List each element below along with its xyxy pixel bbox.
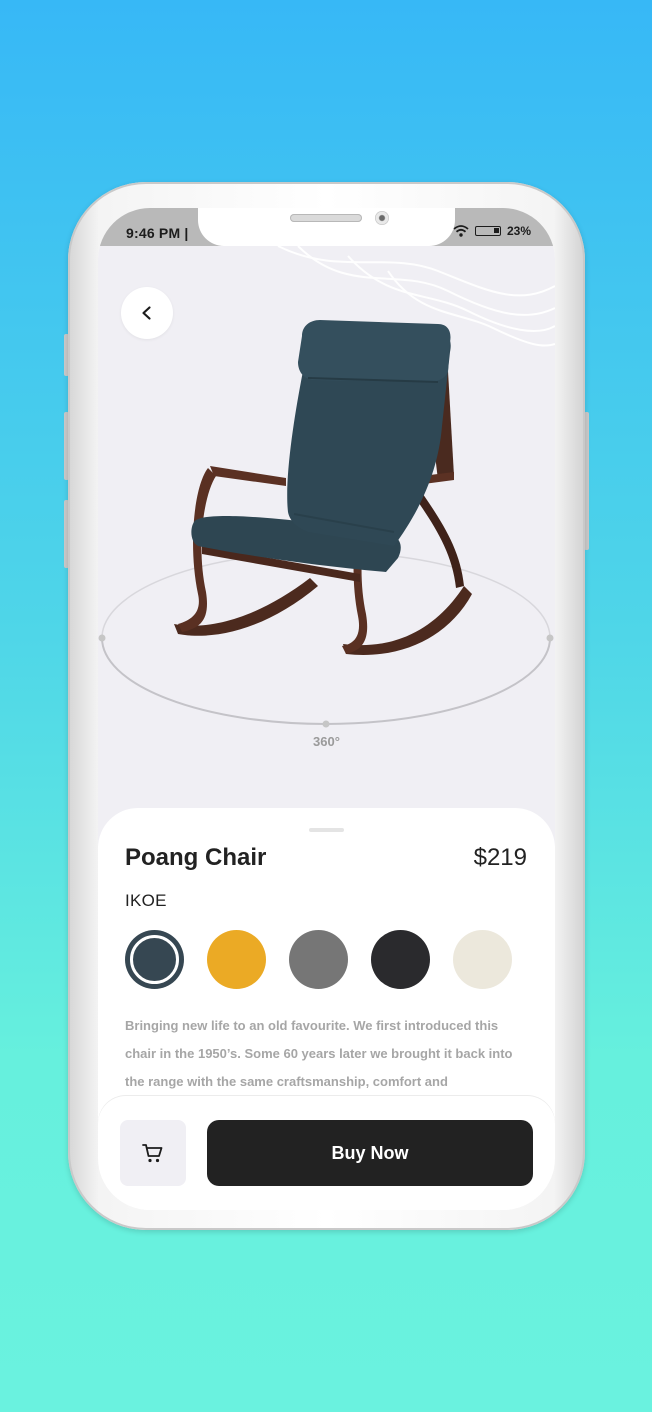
- color-swatch-cream[interactable]: [453, 930, 512, 989]
- color-swatches: [125, 930, 512, 989]
- color-swatch-charcoal[interactable]: [371, 930, 430, 989]
- product-price: $219: [473, 844, 527, 871]
- product-brand: IKOE: [125, 891, 167, 910]
- chevron-left-icon: [142, 306, 151, 320]
- phone-screen: 360° 9:46 PM | 23% Poang Chair $219 IKOE: [98, 208, 555, 1210]
- status-indicators: 23%: [453, 224, 531, 238]
- speaker-grille: [290, 214, 362, 222]
- front-camera: [375, 211, 389, 225]
- product-description: Bringing new life to an old favourite. W…: [125, 1018, 513, 1089]
- notch: [198, 208, 455, 246]
- add-to-cart-button[interactable]: [120, 1120, 186, 1186]
- bottom-action-bar: Buy Now: [98, 1096, 555, 1210]
- status-time: 9:46 PM |: [126, 225, 189, 241]
- buy-now-button[interactable]: Buy Now: [207, 1120, 533, 1186]
- battery-level: 23%: [506, 224, 531, 238]
- color-swatch-mustard[interactable]: [207, 930, 266, 989]
- hero-backdrop: [98, 246, 555, 728]
- wifi-icon: [453, 225, 469, 237]
- product-title: Poang Chair: [125, 844, 267, 871]
- battery-icon: [474, 226, 501, 236]
- cart-icon: [142, 1144, 163, 1163]
- rotation-label: 360°: [313, 734, 340, 749]
- sheet-grabber[interactable]: [309, 828, 344, 832]
- color-swatch-navy[interactable]: [125, 930, 184, 989]
- product-hero: 360°: [98, 246, 555, 846]
- chair-image: [174, 320, 472, 655]
- rotation-ring: [98, 551, 554, 728]
- back-button[interactable]: [121, 287, 173, 339]
- color-swatch-grey[interactable]: [289, 930, 348, 989]
